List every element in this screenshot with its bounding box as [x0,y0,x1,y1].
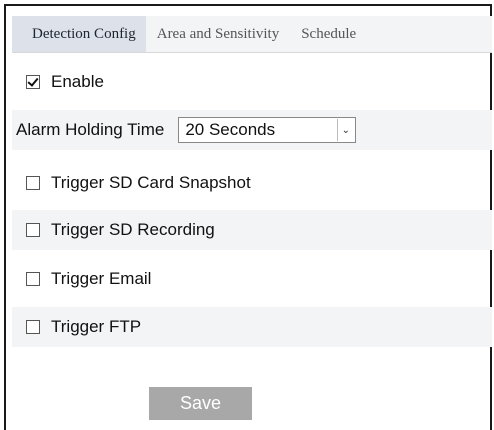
trigger-row: Trigger FTP [12,307,492,347]
trigger-sd-card-snapshot-checkbox[interactable] [26,176,40,190]
trigger-ftp-label: Trigger FTP [51,317,142,336]
trigger-ftp-checkbox[interactable] [26,320,40,334]
save-button[interactable]: Save [149,387,252,420]
trigger-sd-card-snapshot-label: Trigger SD Card Snapshot [51,173,251,192]
tab-schedule[interactable]: Schedule [290,16,367,52]
trigger-row: Trigger SD Recording [12,210,492,250]
alarm-holding-select[interactable]: 20 Seconds ⌄ [178,117,357,143]
alarm-holding-label: Alarm Holding Time [16,120,165,139]
enable-checkbox[interactable] [26,75,40,89]
alarm-holding-value: 20 Seconds [185,120,276,139]
tab-area-and-sensitivity[interactable]: Area and Sensitivity [146,16,290,52]
trigger-sd-recording-checkbox[interactable] [26,223,40,237]
enable-label: Enable [51,72,104,91]
tab-bar: Detection Config Area and Sensitivity Sc… [12,16,492,53]
trigger-row: Trigger Email [12,259,492,299]
trigger-row: Trigger SD Card Snapshot [12,163,492,203]
trigger-email-label: Trigger Email [51,269,152,288]
trigger-email-checkbox[interactable] [26,272,40,286]
tab-detection-config[interactable]: Detection Config [12,16,146,52]
enable-row: Enable [12,62,492,102]
chevron-down-icon[interactable]: ⌄ [337,119,353,141]
trigger-sd-recording-label: Trigger SD Recording [51,220,215,239]
alarm-holding-row: Alarm Holding Time 20 Seconds ⌄ [12,110,492,150]
